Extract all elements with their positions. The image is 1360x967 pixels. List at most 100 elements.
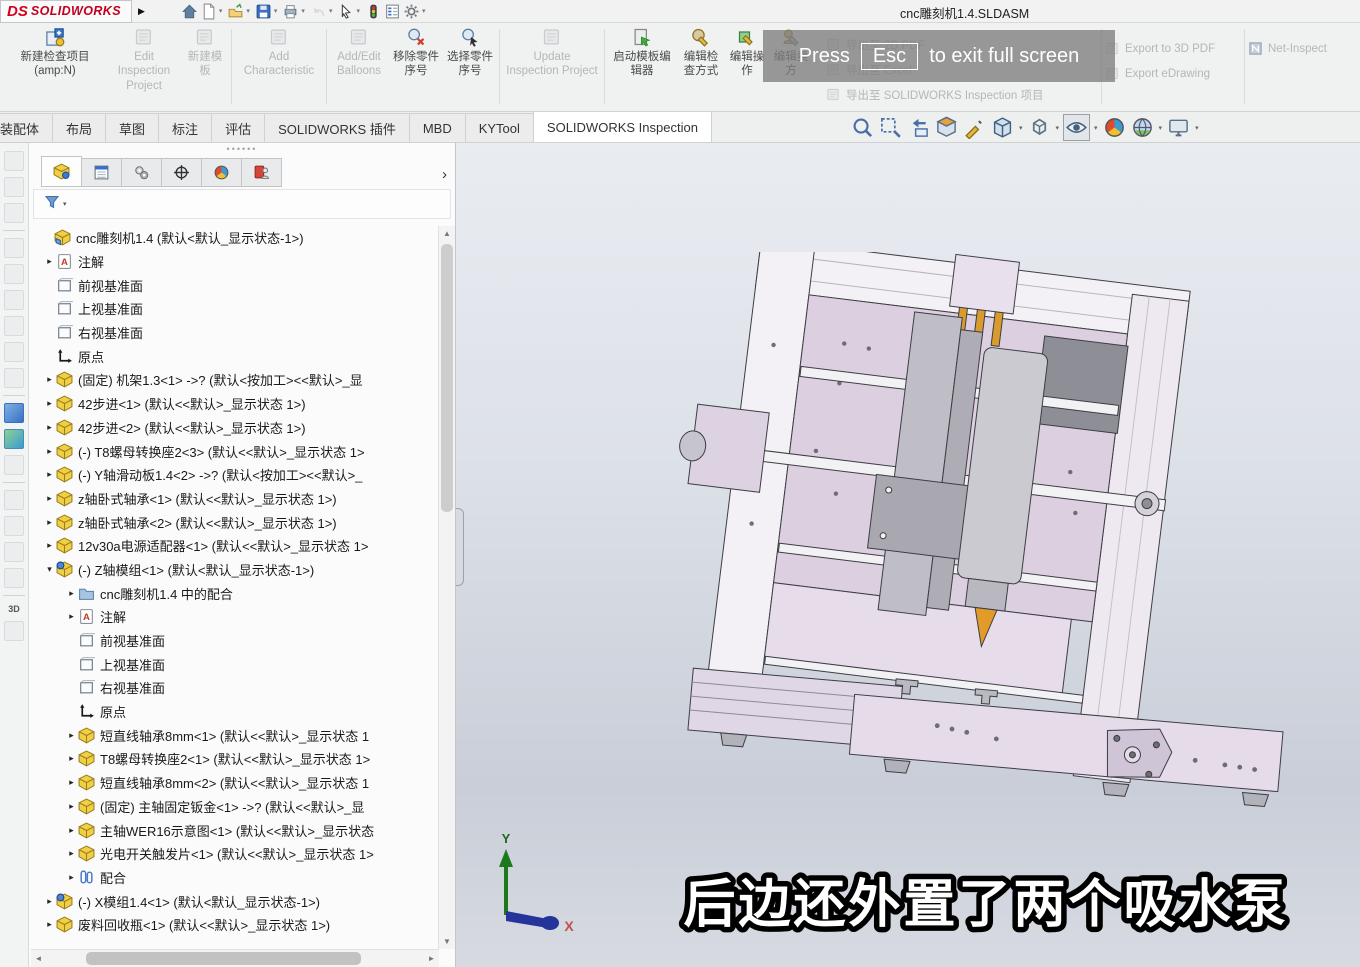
dropdown-caret-icon[interactable]: ▾ bbox=[1019, 124, 1023, 132]
expand-arrow-icon[interactable]: ▸ bbox=[43, 896, 56, 907]
dropdown-caret-icon[interactable]: ▾ bbox=[301, 7, 305, 15]
left-toolbar-icon[interactable] bbox=[4, 429, 24, 449]
left-toolbar-icon[interactable] bbox=[4, 177, 24, 197]
dropdown-caret-icon[interactable]: ▾ bbox=[1195, 124, 1199, 132]
tree-item[interactable]: ▸ 配合 bbox=[29, 866, 439, 890]
tab-4[interactable]: 评估 bbox=[211, 113, 266, 142]
tree-item[interactable]: ▸ 42步进<1> (默认<<默认>_显示状态 1>) bbox=[29, 392, 439, 416]
expand-arrow-icon[interactable]: ▸ bbox=[43, 469, 56, 480]
dropdown-caret-icon[interactable]: ▾ bbox=[1056, 124, 1060, 132]
configurationmanager-tab[interactable] bbox=[121, 158, 162, 187]
add-characteristic-button[interactable]: Add Characteristic bbox=[236, 22, 322, 111]
left-toolbar-icon[interactable] bbox=[4, 264, 24, 284]
print-icon[interactable] bbox=[282, 3, 299, 20]
scroll-down-arrow-icon[interactable]: ▼ bbox=[439, 934, 455, 949]
tree-item-label[interactable]: 短直线轴承8mm<2> (默认<<默认>_显示状态 1 bbox=[100, 773, 369, 792]
tree-item[interactable]: 前视基准面 bbox=[29, 273, 439, 297]
expand-arrow-icon[interactable]: ▸ bbox=[43, 493, 56, 504]
select-balloon-button[interactable]: 选择零件序号 bbox=[445, 22, 495, 111]
expand-arrow-icon[interactable]: ▾ bbox=[43, 564, 56, 575]
select-icon[interactable] bbox=[337, 3, 354, 20]
tree-item-label[interactable]: 原点 bbox=[78, 347, 104, 366]
displaymanager-tab[interactable] bbox=[201, 158, 242, 187]
mbd-3d-icon[interactable]: 3D bbox=[8, 604, 20, 614]
tree-item[interactable]: ▸ T8螺母转换座2<1> (默认<<默认>_显示状态 1> bbox=[29, 747, 439, 771]
open-icon[interactable] bbox=[227, 2, 244, 20]
featuremanager-tab[interactable] bbox=[41, 156, 82, 187]
expand-arrow-icon[interactable]: ▸ bbox=[43, 540, 56, 551]
section-view-icon[interactable] bbox=[934, 115, 959, 140]
tree-item[interactable]: ▸ A 注解 bbox=[29, 250, 439, 274]
tree-item[interactable]: ▸ (固定) 主轴固定钣金<1> ->? (默认<<默认>_显 bbox=[29, 795, 439, 819]
dropdown-caret-icon[interactable]: ▾ bbox=[1159, 124, 1163, 132]
save-icon[interactable] bbox=[255, 3, 272, 20]
tab-1[interactable]: 布局 bbox=[52, 113, 107, 142]
export-inspection-project-button[interactable]: 导出至 SOLIDWORKS Inspection 项目 bbox=[826, 82, 1098, 107]
left-toolbar-icon[interactable] bbox=[4, 403, 24, 423]
tree-item[interactable]: ▸ 12v30a电源适配器<1> (默认<<默认>_显示状态 1> bbox=[29, 534, 439, 558]
left-toolbar-icon[interactable] bbox=[4, 516, 24, 536]
tree-item[interactable]: 上视基准面 bbox=[29, 297, 439, 321]
expand-arrow-icon[interactable]: ▸ bbox=[65, 801, 78, 812]
left-toolbar-icon[interactable] bbox=[4, 203, 24, 223]
expand-arrow-icon[interactable]: ▸ bbox=[43, 374, 56, 385]
tree-item[interactable]: ▸ (-) Y轴滑动板1.4<2> ->? (默认<按加工><<默认>_ bbox=[29, 463, 439, 487]
tree-item-label[interactable]: 主轴WER16示意图<1> (默认<<默认>_显示状态 bbox=[100, 821, 374, 840]
tree-item-label[interactable]: 12v30a电源适配器<1> (默认<<默认>_显示状态 1> bbox=[78, 536, 368, 555]
tree-item-label[interactable]: (-) X模组1.4<1> (默认<默认_显示状态-1>) bbox=[78, 892, 320, 911]
tree-item-label[interactable]: 注解 bbox=[78, 252, 104, 271]
expand-arrow-icon[interactable]: ▸ bbox=[43, 422, 56, 433]
expand-arrow-icon[interactable]: ▸ bbox=[43, 256, 56, 267]
graphics-viewport[interactable]: Y X 后边还外置了两个吸水泵 bbox=[456, 142, 1360, 967]
tree-item-label[interactable]: 42步进<1> (默认<<默认>_显示状态 1>) bbox=[78, 394, 306, 413]
tab-3[interactable]: 标注 bbox=[158, 113, 213, 142]
tab-2[interactable]: 草图 bbox=[105, 113, 160, 142]
expand-arrow-icon[interactable]: ▸ bbox=[65, 730, 78, 741]
tree-item[interactable]: ▸ (-) T8螺母转换座2<3> (默认<<默认>_显示状态 1> bbox=[29, 439, 439, 463]
options-icon[interactable] bbox=[384, 3, 401, 20]
export-edrawing-button[interactable]: Export eDrawing bbox=[1105, 61, 1241, 86]
expand-arrow-icon[interactable]: ▸ bbox=[65, 777, 78, 788]
panel-flyout-chevron-icon[interactable]: › bbox=[442, 166, 447, 183]
tree-item-label[interactable]: (-) T8螺母转换座2<3> (默认<<默认>_显示状态 1> bbox=[78, 442, 365, 461]
tree-item[interactable]: ▸ (固定) 机架1.3<1> ->? (默认<按加工><<默认>_显 bbox=[29, 368, 439, 392]
scroll-right-arrow-icon[interactable]: ► bbox=[424, 950, 439, 967]
hide-show-items-icon[interactable] bbox=[1063, 114, 1091, 141]
dropdown-caret-icon[interactable]: ▾ bbox=[422, 7, 426, 15]
panel-drag-handle[interactable]: •••••• bbox=[29, 142, 455, 156]
tree-item[interactable]: 前视基准面 bbox=[29, 629, 439, 653]
new-document-icon[interactable] bbox=[200, 3, 217, 20]
tree-item[interactable]: ▸ 42步进<2> (默认<<默认>_显示状态 1>) bbox=[29, 416, 439, 440]
tree-item-label[interactable]: (-) Y轴滑动板1.4<2> ->? (默认<按加工><<默认>_ bbox=[78, 465, 362, 484]
new-inspection-project-button[interactable]: 新建检查项目(amp:N) bbox=[5, 22, 105, 111]
horizontal-scroll-thumb[interactable] bbox=[86, 952, 361, 965]
panel-splitter-handle[interactable] bbox=[456, 508, 464, 586]
expand-arrow-icon[interactable]: ▸ bbox=[65, 848, 78, 859]
tree-item-label[interactable]: 前视基准面 bbox=[100, 631, 165, 650]
tree-item[interactable]: ▸ z轴卧式轴承<2> (默认<<默认>_显示状态 1>) bbox=[29, 510, 439, 534]
tab-6[interactable]: MBD bbox=[408, 113, 466, 142]
tree-item-label[interactable]: 注解 bbox=[100, 607, 126, 626]
expand-arrow-icon[interactable]: ▸ bbox=[65, 872, 78, 883]
menu-flyout-arrow-icon[interactable]: ▶ bbox=[138, 6, 145, 17]
tree-item[interactable]: 上视基准面 bbox=[29, 652, 439, 676]
tree-item[interactable]: 原点 bbox=[29, 344, 439, 368]
tree-item[interactable]: ▸ 主轴WER16示意图<1> (默认<<默认>_显示状态 bbox=[29, 818, 439, 842]
view-orientation-icon[interactable] bbox=[990, 115, 1015, 140]
tree-item[interactable]: ▸ 光电开关触发片<1> (默认<<默认>_显示状态 1> bbox=[29, 842, 439, 866]
tab-0[interactable]: 装配体 bbox=[0, 113, 54, 142]
cnc-machine-model[interactable] bbox=[636, 252, 1336, 932]
left-toolbar-icon[interactable] bbox=[4, 290, 24, 310]
vertical-scroll-thumb[interactable] bbox=[441, 244, 453, 512]
tree-item-label[interactable]: cnc雕刻机1.4 中的配合 bbox=[100, 584, 233, 603]
tree-item-label[interactable]: 原点 bbox=[100, 702, 126, 721]
view-settings-icon[interactable] bbox=[1166, 115, 1191, 140]
tree-item-label[interactable]: T8螺母转换座2<1> (默认<<默认>_显示状态 1> bbox=[100, 749, 370, 768]
template-editor-button[interactable]: 启动模板编辑器 bbox=[609, 22, 675, 111]
tree-item[interactable]: ▸ A 注解 bbox=[29, 605, 439, 629]
left-toolbar-icon[interactable] bbox=[4, 568, 24, 588]
left-toolbar-icon[interactable] bbox=[4, 621, 24, 641]
display-style-icon[interactable] bbox=[1027, 115, 1052, 140]
tree-item-label[interactable]: 上视基准面 bbox=[100, 655, 165, 674]
apply-scene-icon[interactable] bbox=[1130, 115, 1155, 140]
